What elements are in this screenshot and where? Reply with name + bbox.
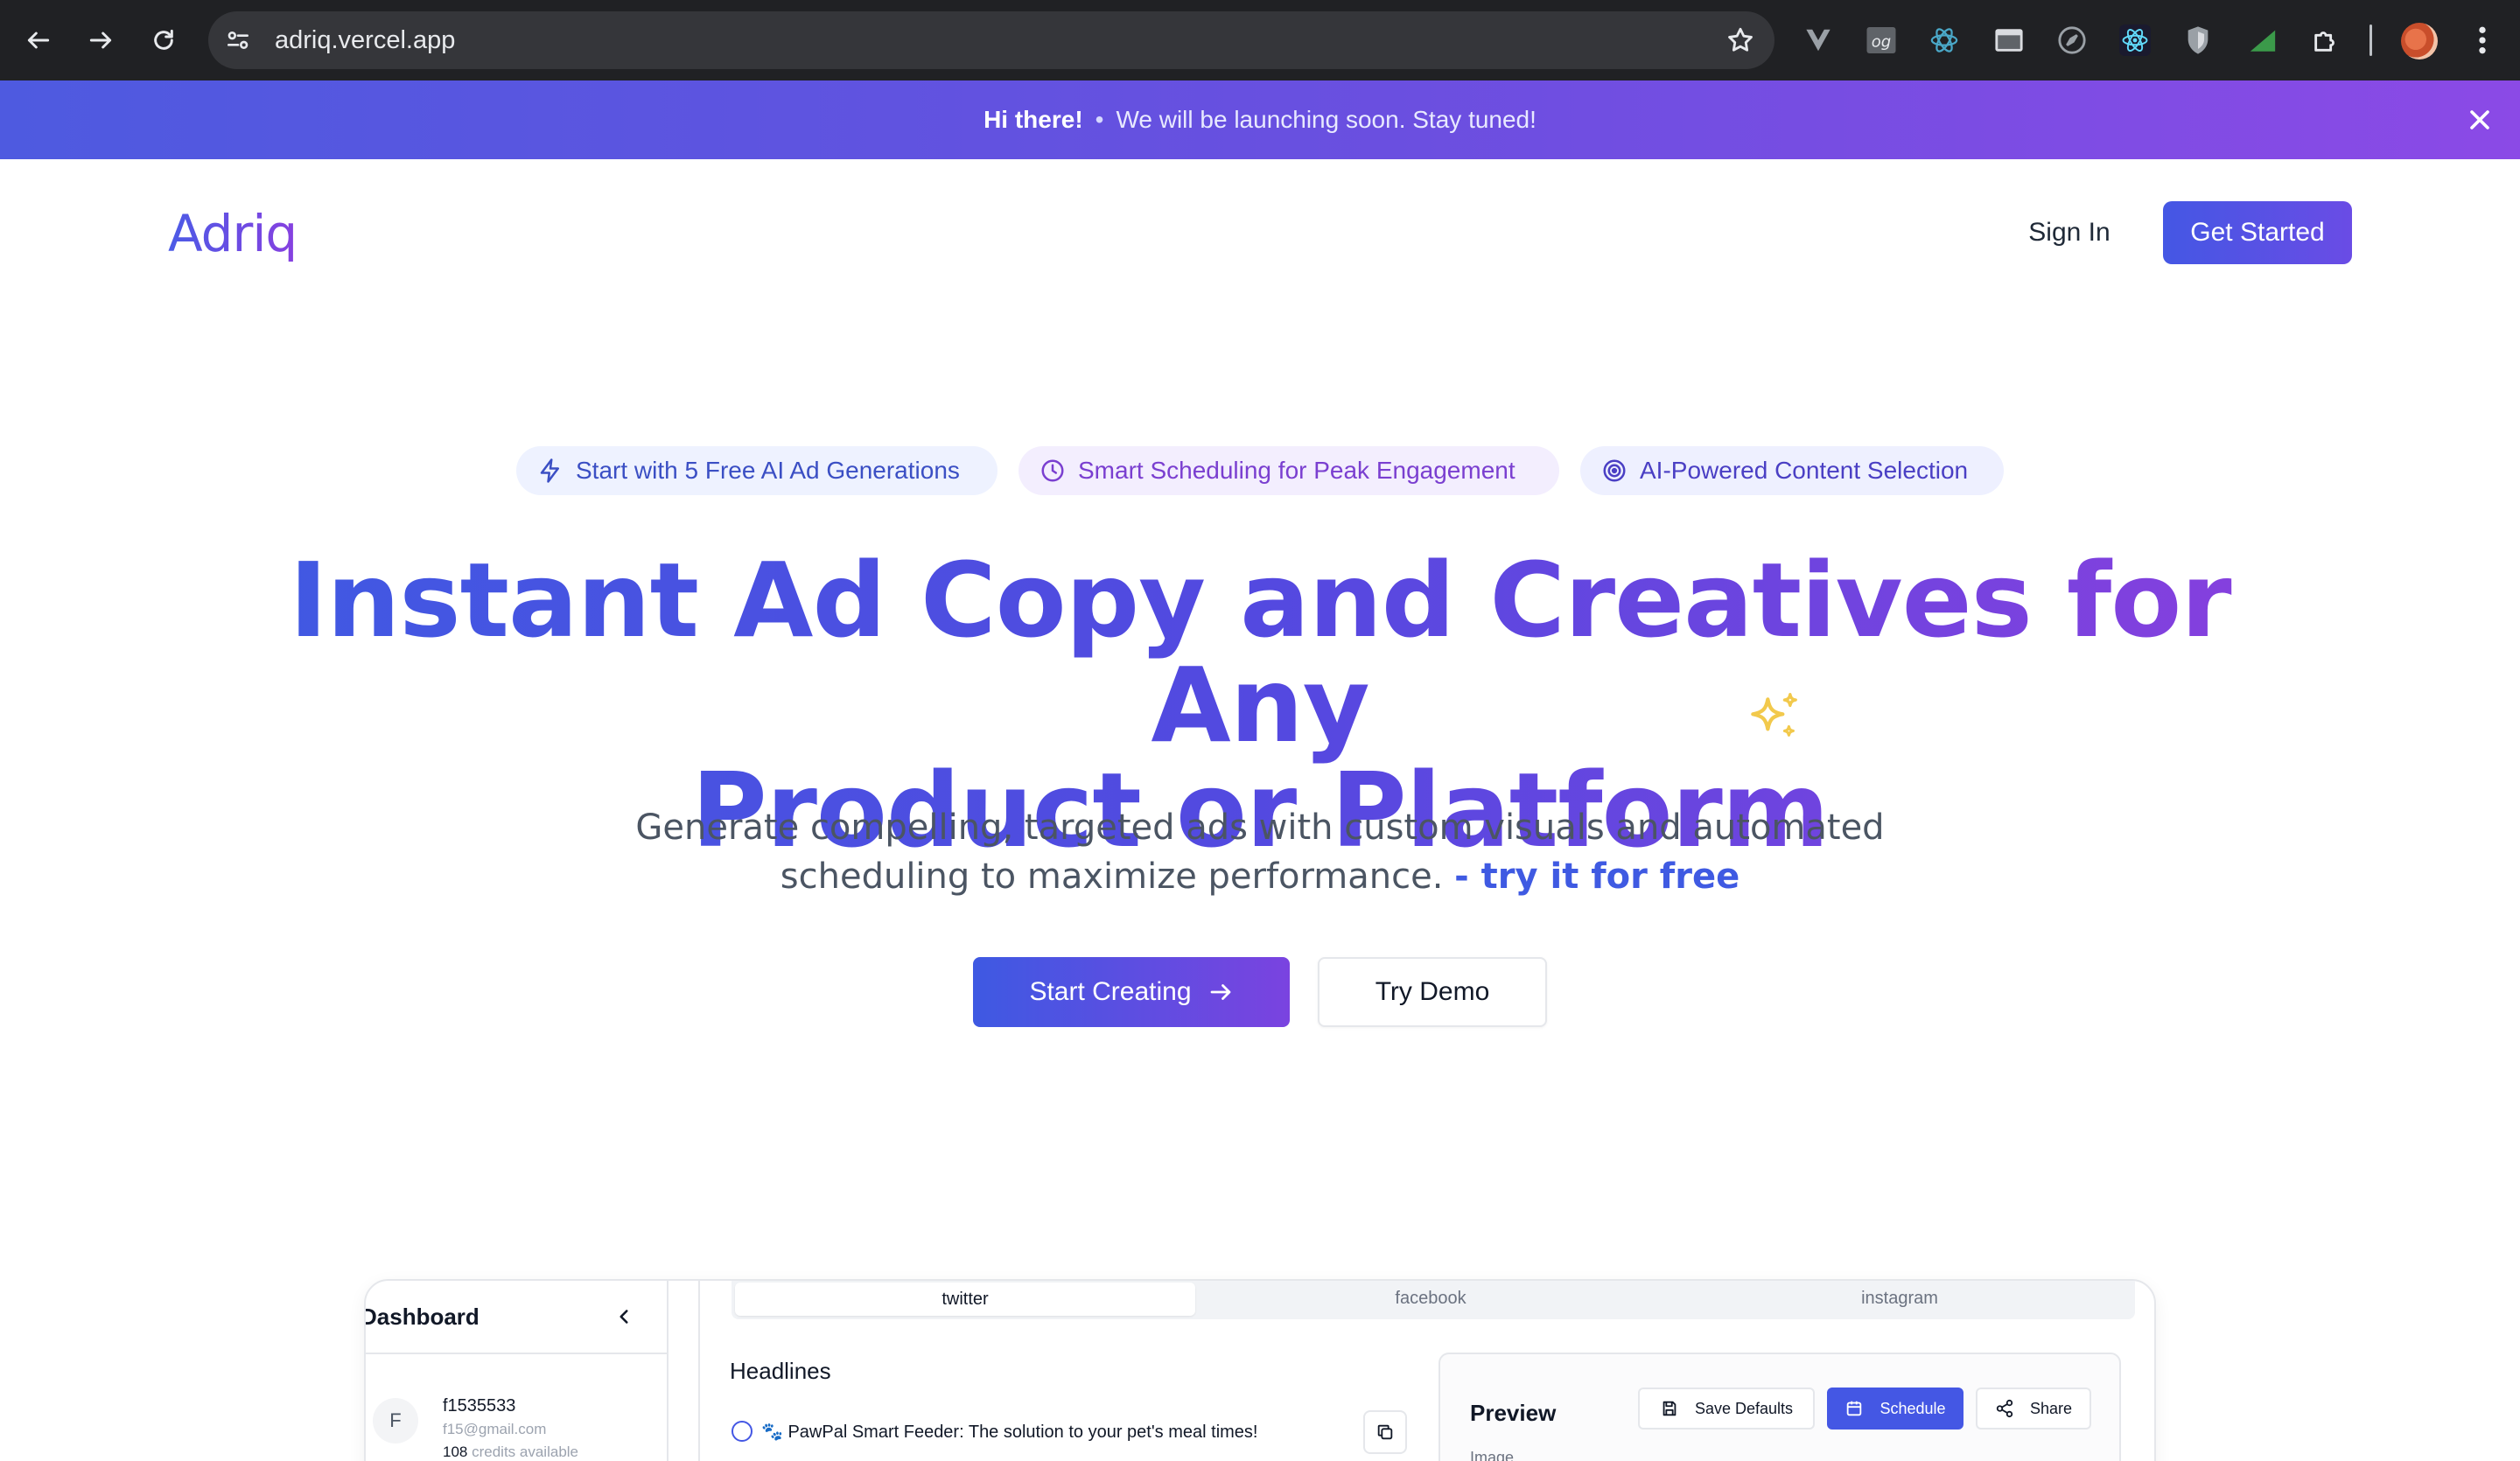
svg-text:og: og [1872,33,1891,52]
sidebar-title: Dashboard [364,1304,480,1330]
site-settings-icon[interactable] [224,26,252,54]
hero-subtitle-highlight: - try it for free [1454,856,1740,897]
headline-radio[interactable] [732,1421,752,1442]
shield-icon[interactable] [2180,23,2216,58]
copy-button[interactable] [1363,1410,1407,1454]
close-icon[interactable] [2464,104,2496,136]
puzzle-icon[interactable] [2308,23,2343,58]
clock-icon [1041,459,1064,482]
hero-subtitle-line1: Generate compelling, targeted ads with c… [635,807,1885,848]
more-menu-icon[interactable] [2469,23,2496,58]
pill-label: Start with 5 Free AI Ad Generations [576,457,960,484]
react-devtools-icon[interactable] [1927,23,1962,58]
pill-label: Smart Scheduling for Peak Engagement [1078,457,1516,484]
hero-subtitle-line2: scheduling to maximize performance. [780,856,1444,897]
try-demo-button[interactable]: Try Demo [1318,957,1547,1027]
banner-greeting: Hi there! [984,106,1083,133]
tab-instagram[interactable]: instagram [1668,1281,2132,1316]
get-started-button[interactable]: Get Started [2163,201,2352,264]
share-button[interactable]: Share [1976,1388,2091,1430]
og-icon[interactable]: og [1864,23,1899,58]
credits-label: credits available [472,1444,579,1460]
back-button[interactable] [19,21,58,59]
address-bar[interactable]: adriq.vercel.app [208,11,1774,69]
window-icon[interactable] [1992,23,2026,58]
target-icon [1603,459,1626,482]
sign-in-link[interactable]: Sign In [2012,215,2126,250]
chevron-left-icon[interactable] [612,1305,635,1328]
start-creating-label: Start Creating [1029,977,1192,1006]
banner-text: We will be launching soon. Stay tuned! [1116,106,1536,133]
user-avatar: F [373,1398,418,1444]
banner-separator: • [1095,106,1104,133]
tab-facebook[interactable]: facebook [1200,1281,1661,1316]
user-email: f15@gmail.com [443,1421,547,1437]
banner-message: Hi there! • We will be launching soon. Sta… [984,106,1536,134]
sidebar-divider [366,1353,668,1354]
headline-text: 🐾 PawPal Smart Feeder: The solution to y… [761,1423,1258,1442]
pill-label: AI-Powered Content Selection [1640,457,1969,484]
content-divider [698,1281,700,1461]
announcement-banner: Hi there! • We will be launching soon. Sta… [0,80,2520,159]
feature-pill-smart-scheduling: Smart Scheduling for Peak Engagement [1018,446,1559,495]
schedule-button[interactable]: Schedule [1827,1388,1964,1430]
ad-preview-panel: Preview Save Defaults Schedule Share Ima… [1438,1353,2121,1461]
compass-icon[interactable] [2054,23,2090,58]
bookmark-star-icon[interactable] [1726,25,1755,55]
user-name: f1535533 [443,1396,516,1416]
forward-button[interactable] [81,21,120,59]
site-logo[interactable]: Adriq [168,203,298,264]
arrow-left-icon [27,31,50,49]
vue-devtools-icon[interactable] [1801,23,1836,58]
reload-icon [154,29,173,50]
url-text[interactable]: adriq.vercel.app [275,26,455,54]
react-icon[interactable] [2118,23,2152,58]
user-credits: 108 credits available [443,1444,578,1461]
arrow-right-icon [1210,984,1230,1000]
tab-twitter[interactable]: twitter [735,1283,1195,1316]
hero-title-line1: Instant Ad Copy and Creatives for Any [289,540,2231,765]
copy-icon [1377,1424,1393,1440]
dashboard-sidebar: Dashboard F f1535533 f15@gmail.com 108 c… [366,1281,668,1461]
schedule-label: Schedule [1880,1399,1946,1417]
toolbar-separator [2370,24,2372,56]
lightning-icon [540,458,559,483]
share-label: Share [2029,1399,2073,1417]
arrow-right-icon [89,31,112,49]
profile-avatar[interactable] [2401,23,2438,59]
share-icon [1996,1399,2013,1418]
signal-icon[interactable] [2245,23,2280,58]
feature-pill-free-generations: Start with 5 Free AI Ad Generations [516,446,998,495]
browser-toolbar: adriq.vercel.app og [0,0,2520,80]
hero-subtitle: Generate compelling, targeted ads with c… [525,803,1995,901]
image-label: Image [1470,1449,1515,1461]
platform-tabs: twitter facebook instagram [732,1281,2135,1319]
start-creating-button[interactable]: Start Creating [973,957,1290,1027]
calendar-icon [1847,1401,1862,1416]
sparkle-icon [1751,692,1797,737]
credits-count: 108 [443,1444,468,1460]
save-icon [1662,1401,1676,1416]
headlines-title: Headlines [730,1358,831,1384]
feature-pill-content-selection: AI-Powered Content Selection [1580,446,2004,495]
preview-title: Preview [1470,1400,1557,1426]
reload-button[interactable] [144,21,183,59]
save-defaults-label: Save Defaults [1694,1399,1794,1417]
save-defaults-button[interactable]: Save Defaults [1638,1388,1815,1430]
app-preview: Dashboard F f1535533 f15@gmail.com 108 c… [364,1279,2156,1461]
